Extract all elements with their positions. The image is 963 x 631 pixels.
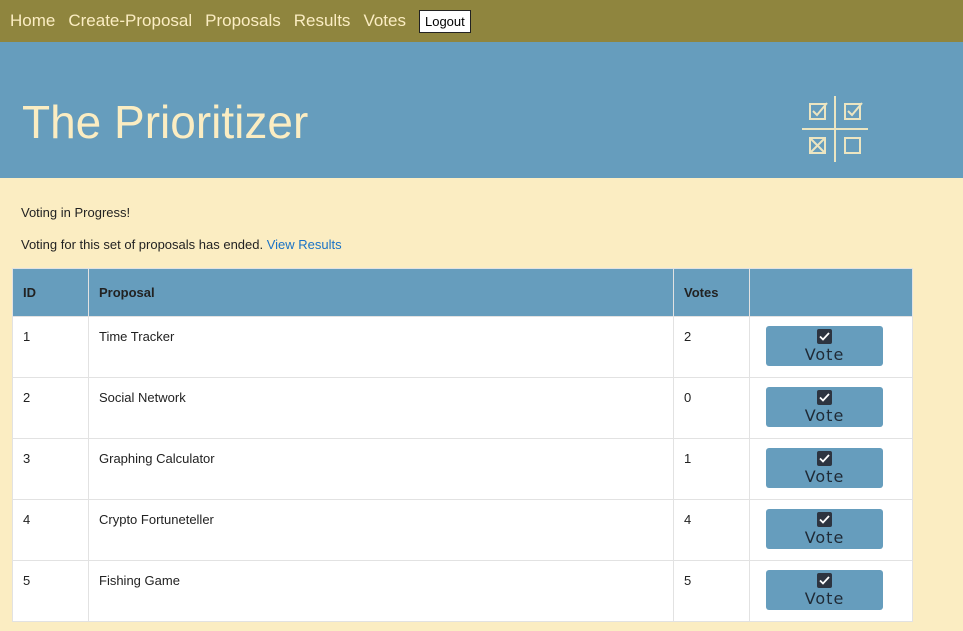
row-action: Vote (749, 316, 913, 378)
header-id: ID (12, 268, 89, 317)
row-proposal: Social Network (88, 377, 674, 439)
row-proposal: Fishing Game (88, 560, 674, 622)
row-id: 5 (12, 560, 89, 622)
row-proposal: Time Tracker (88, 316, 674, 378)
row-id: 3 (12, 438, 89, 500)
row-votes: 4 (673, 499, 750, 561)
row-action: Vote (749, 560, 913, 622)
nav-create-proposal-link[interactable]: Create-Proposal (68, 0, 192, 42)
row-votes: 1 (673, 438, 750, 500)
header-proposal: Proposal (88, 268, 674, 317)
row-proposal: Crypto Fortuneteller (88, 499, 674, 561)
row-id: 4 (12, 499, 89, 561)
table-row: 3 Graphing Calculator 1 Vote (12, 438, 913, 500)
vote-button[interactable]: Vote (766, 326, 883, 366)
vote-button[interactable]: Vote (766, 509, 883, 549)
vote-button-label: Vote (804, 344, 845, 364)
vote-button[interactable]: Vote (766, 570, 883, 610)
row-id: 1 (12, 316, 89, 378)
table-body: 1 Time Tracker 2 Vote 2 Social Network 0 Vote 3 G… (12, 316, 913, 622)
proposals-table: ID Proposal Votes 1 Time Tracker 2 Vote 2 Soc… (12, 268, 913, 622)
voting-ended-text: Voting for this set of proposals has end… (21, 237, 264, 252)
table-row: 4 Crypto Fortuneteller 4 Vote (12, 499, 913, 561)
row-action: Vote (749, 499, 913, 561)
table-row: 5 Fishing Game 5 Vote (12, 560, 913, 622)
vote-button[interactable]: Vote (766, 448, 883, 488)
row-id: 2 (12, 377, 89, 439)
check-square-icon (817, 328, 832, 344)
nav-proposals-link[interactable]: Proposals (205, 0, 281, 42)
vote-button-label: Vote (804, 405, 845, 425)
row-action: Vote (749, 438, 913, 500)
check-square-icon (817, 572, 832, 588)
header-votes: Votes (673, 268, 750, 317)
table-header-row: ID Proposal Votes (12, 268, 913, 317)
top-navbar: Home Create-Proposal Proposals Results V… (0, 0, 963, 42)
vote-button-label: Vote (804, 466, 845, 486)
page-title: The Prioritizer (22, 96, 309, 148)
row-votes: 5 (673, 560, 750, 622)
row-proposal: Graphing Calculator (88, 438, 674, 500)
nav-results-link[interactable]: Results (294, 0, 351, 42)
vote-button-label: Vote (804, 588, 845, 608)
vote-button[interactable]: Vote (766, 387, 883, 427)
table-row: 1 Time Tracker 2 Vote (12, 316, 913, 378)
row-votes: 0 (673, 377, 750, 439)
nav-home-link[interactable]: Home (10, 0, 55, 42)
logout-button[interactable]: Logout (418, 9, 471, 33)
header-action (749, 268, 913, 317)
nav-votes-link[interactable]: Votes (363, 0, 406, 42)
vote-button-label: Vote (804, 527, 845, 547)
voting-ended-message: Voting for this set of proposals has end… (21, 220, 942, 252)
row-votes: 2 (673, 316, 750, 378)
check-square-icon (817, 389, 832, 405)
check-square-icon (817, 511, 832, 527)
view-results-link[interactable]: View Results (267, 237, 342, 252)
main-content: Voting in Progress! Voting for this set … (0, 178, 963, 252)
table-row: 2 Social Network 0 Vote (12, 377, 913, 439)
check-square-icon (817, 450, 832, 466)
row-action: Vote (749, 377, 913, 439)
hero-banner: The Prioritizer (0, 42, 963, 178)
voting-status-text: Voting in Progress! (21, 205, 131, 220)
checkbox-grid-icon (802, 96, 868, 162)
